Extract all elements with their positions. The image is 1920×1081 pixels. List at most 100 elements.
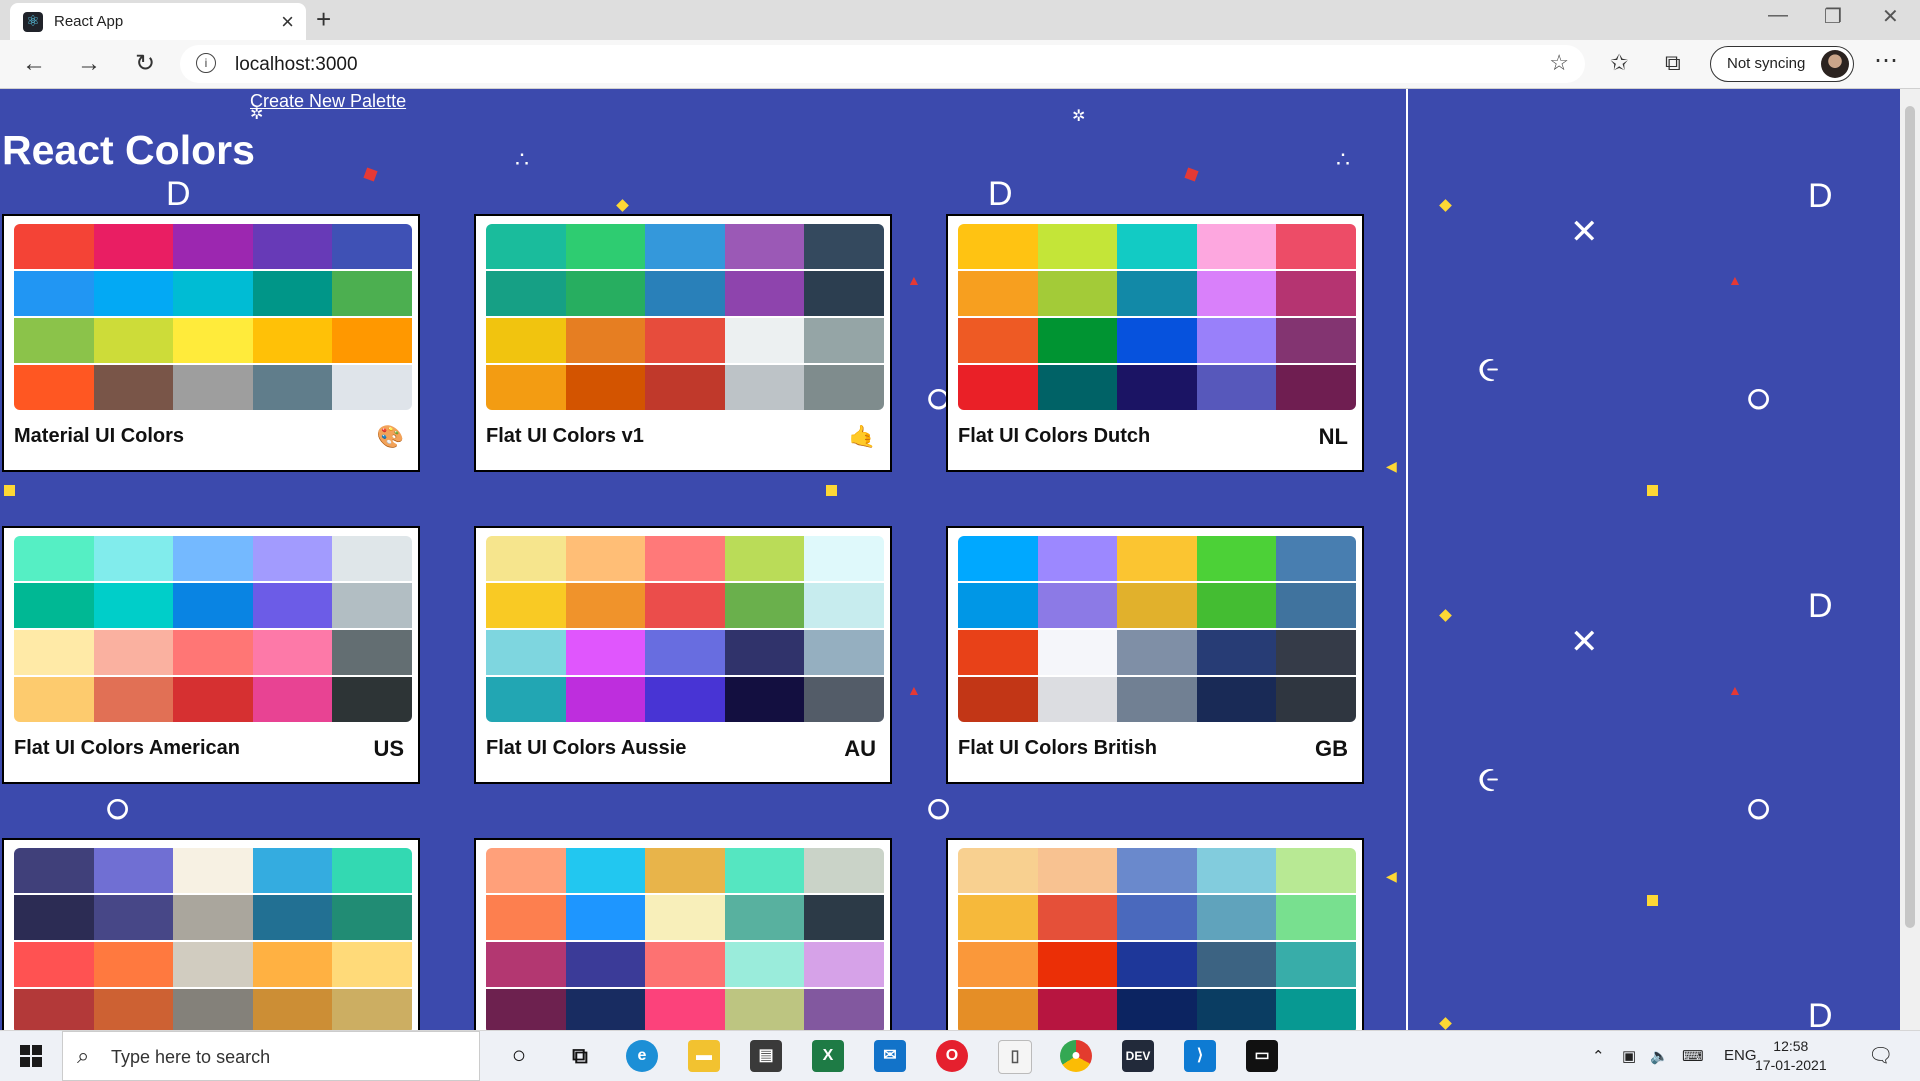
red-square-icon <box>363 167 378 182</box>
palette-card[interactable]: Flat UI Colors British GB <box>946 526 1364 784</box>
site-info-icon[interactable]: i <box>196 53 216 73</box>
color-swatch <box>804 630 884 675</box>
system-clock[interactable]: 12:58 17-01-2021 <box>1755 1037 1827 1075</box>
scrollbar-thumb[interactable] <box>1905 106 1915 928</box>
minimize-icon[interactable]: — <box>1768 4 1788 27</box>
palette-card[interactable]: Flat UI Colors American US <box>2 526 420 784</box>
color-swatch <box>14 848 94 893</box>
store-icon[interactable]: ▤ <box>750 1040 782 1072</box>
back-icon[interactable]: ← <box>16 48 52 80</box>
palette-card[interactable]: Flat UI Colors Aussie AU <box>474 526 892 784</box>
color-swatch <box>724 677 805 722</box>
vscode-icon[interactable]: ⟩ <box>1184 1040 1216 1072</box>
favorites-icon[interactable]: ✩ <box>1610 50 1628 76</box>
palette-card[interactable] <box>474 838 892 1030</box>
notifications-icon[interactable]: 🗨 <box>1868 1043 1893 1068</box>
mini-palette-grid <box>958 224 1356 410</box>
half-circle-icon: D <box>166 175 191 213</box>
color-swatch <box>252 989 333 1030</box>
new-tab-button[interactable]: + <box>316 4 331 35</box>
color-swatch <box>486 895 566 940</box>
palette-card[interactable] <box>946 838 1364 1030</box>
color-swatch <box>173 677 253 722</box>
forward-icon[interactable]: → <box>71 48 107 80</box>
color-swatch <box>724 989 805 1030</box>
tab-close-icon[interactable]: × <box>281 9 294 35</box>
window-close-icon[interactable]: ✕ <box>1882 4 1899 29</box>
keyboard-icon[interactable]: ⌨ <box>1682 1047 1704 1065</box>
color-swatch <box>724 365 805 410</box>
url-text[interactable]: localhost:3000 <box>235 54 358 76</box>
palette-emoji: 🤙 <box>848 424 876 449</box>
volume-icon[interactable]: 🔈 <box>1650 1047 1669 1065</box>
palette-card[interactable]: Flat UI Colors Dutch NL <box>946 214 1364 472</box>
palette-name: Flat UI Colors American <box>14 737 240 759</box>
color-swatch <box>252 942 333 987</box>
color-swatch <box>173 318 253 363</box>
palette-card[interactable]: Flat UI Colors v1 🤙 <box>474 214 892 472</box>
color-swatch <box>565 224 646 269</box>
color-swatch <box>1037 895 1118 940</box>
color-swatch <box>252 630 333 675</box>
profile-sync-button[interactable]: Not syncing <box>1710 46 1854 82</box>
palette-card[interactable]: Material UI Colors 🎨 <box>2 214 420 472</box>
color-swatch <box>958 677 1038 722</box>
file-explorer-icon[interactable]: ▬ <box>688 1040 720 1072</box>
color-swatch <box>332 989 412 1030</box>
cortana-icon[interactable]: ○ <box>503 1040 535 1072</box>
color-swatch <box>804 583 884 628</box>
color-swatch <box>173 895 253 940</box>
windows-start-icon[interactable] <box>20 1045 42 1067</box>
favorite-star-icon[interactable]: ☆ <box>1549 50 1569 76</box>
color-swatch <box>804 224 884 269</box>
color-swatch <box>565 536 646 581</box>
edge-icon[interactable]: e <box>626 1040 658 1072</box>
task-view-icon[interactable]: ⧉ <box>564 1040 596 1072</box>
chevron-up-icon[interactable]: ⌃ <box>1592 1047 1605 1065</box>
restore-icon[interactable]: ❐ <box>1824 4 1842 29</box>
mini-palette-grid <box>14 848 412 1030</box>
opera-icon[interactable]: O <box>936 1040 968 1072</box>
excel-icon[interactable]: X <box>812 1040 844 1072</box>
create-new-palette-link[interactable]: Create New Palette <box>250 91 406 112</box>
color-swatch <box>565 365 646 410</box>
color-swatch <box>14 895 94 940</box>
yellow-triangle-icon: ◀ <box>1386 868 1397 884</box>
cross-icon: ✕ <box>1570 623 1599 661</box>
color-swatch <box>332 318 412 363</box>
dev-app-icon[interactable]: DEV <box>1122 1040 1154 1072</box>
address-bar[interactable]: i localhost:3000 ☆ <box>180 45 1585 83</box>
color-swatch <box>14 536 94 581</box>
color-swatch <box>1196 271 1277 316</box>
reload-icon[interactable]: ↻ <box>127 48 163 80</box>
meet-now-icon[interactable]: ▣ <box>1622 1047 1636 1065</box>
yellow-diamond-icon <box>1439 199 1452 212</box>
mini-palette-grid <box>14 224 412 410</box>
color-swatch <box>565 630 646 675</box>
color-swatch <box>1117 365 1197 410</box>
dots-icon: ∴ <box>1336 147 1350 172</box>
spiral-icon: ഠ <box>925 786 949 827</box>
color-swatch <box>173 989 253 1030</box>
color-swatch <box>1117 989 1197 1030</box>
color-swatch <box>14 677 94 722</box>
taskbar-search-box[interactable]: ⌕ Type here to search <box>62 1031 480 1081</box>
color-swatch <box>958 630 1038 675</box>
collections-icon[interactable]: ⧉ <box>1665 50 1681 76</box>
color-swatch <box>14 271 94 316</box>
sync-label: Not syncing <box>1727 55 1806 72</box>
more-options-icon[interactable]: ⋯ <box>1874 46 1898 75</box>
color-swatch <box>14 224 94 269</box>
terminal-icon[interactable]: ▭ <box>1246 1040 1278 1072</box>
color-swatch <box>1117 318 1197 363</box>
color-swatch <box>1276 677 1356 722</box>
chrome-icon[interactable]: ● <box>1060 1040 1092 1072</box>
swirl-icon: ૯ <box>1478 758 1500 799</box>
browser-tab[interactable]: ⚛ React App × <box>10 3 306 40</box>
language-indicator[interactable]: ENG <box>1724 1047 1757 1064</box>
mail-icon[interactable]: ✉ <box>874 1040 906 1072</box>
color-swatch <box>252 365 333 410</box>
color-swatch <box>486 318 566 363</box>
notepad-icon[interactable]: ▯ <box>998 1040 1032 1074</box>
palette-card[interactable] <box>2 838 420 1030</box>
